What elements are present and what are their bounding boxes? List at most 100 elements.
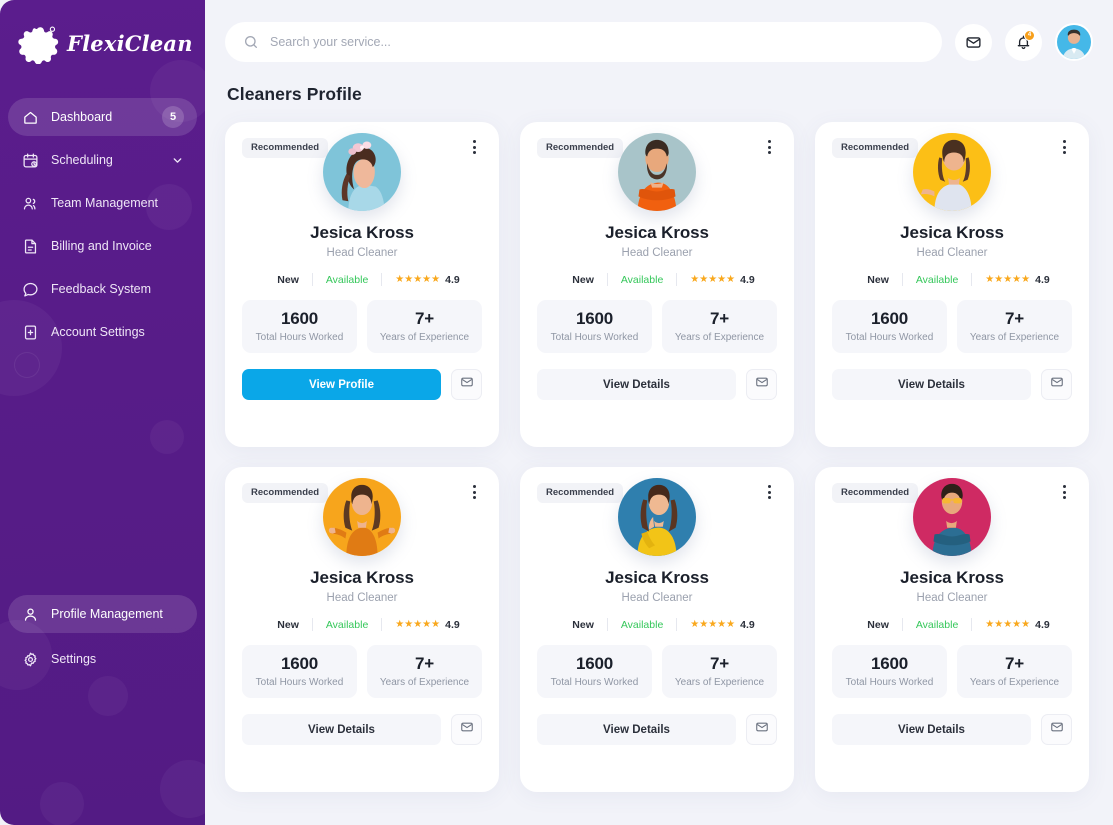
status-new: New [277,273,299,286]
cleaner-role: Head Cleaner [621,592,693,604]
stat-total-hours: 1600 Total Hours Worked [832,645,947,698]
cleaner-card[interactable]: Recommended Jesica Kross Head Cleaner Ne… [815,467,1089,792]
stat-value: 1600 [575,309,614,328]
cleaner-name: Jesica Kross [605,568,709,587]
view-details-button[interactable]: View Details [832,369,1031,400]
stat-label: Years of Experience [969,677,1060,688]
sidebar-item-label: Team Management [51,196,159,210]
card-actions: View Details [537,714,777,745]
stat-label: Years of Experience [379,332,470,343]
message-button[interactable] [746,369,777,400]
status-available: Available [325,618,369,631]
sidebar-item-feedback-system[interactable]: Feedback System [8,270,197,308]
rating: ★★★★★ 4.9 [382,274,459,286]
cleaner-card[interactable]: Recommended Jesica Kross Head Cleaner Ne… [225,122,499,447]
status-new: New [572,273,594,286]
more-vertical-icon[interactable] [763,483,777,501]
page-title: Cleaners Profile [227,84,362,104]
envelope-icon [965,34,982,51]
dashboard-count-badge: 5 [162,106,184,128]
notifications-button[interactable]: 4 [1005,23,1042,61]
sidebar-item-account-settings[interactable]: Account Settings [8,313,197,351]
recommended-badge: Recommended [242,138,329,158]
user-icon [21,605,39,623]
stat-label: Total Hours Worked [550,332,639,343]
sidebar-item-scheduling[interactable]: Scheduling [8,141,197,179]
more-vertical-icon[interactable] [1058,138,1072,156]
envelope-icon [460,375,474,394]
status-new: New [867,273,889,286]
star-rating-icon: ★★★★★ [395,618,441,630]
users-icon [21,194,39,212]
calendar-clock-icon [21,151,39,169]
envelope-icon [755,720,769,739]
status-available: Available [915,618,959,631]
chevron-down-icon[interactable] [170,153,184,167]
star-rating-icon: ★★★★★ [690,618,736,630]
search-bar[interactable] [225,22,942,62]
brand-name: FlexiClean [67,30,193,56]
more-vertical-icon[interactable] [468,138,482,156]
stat-label: Total Hours Worked [255,332,344,343]
card-actions: View Profile [242,369,482,400]
star-rating-icon: ★★★★★ [395,273,441,285]
cleaner-role: Head Cleaner [326,247,398,259]
sidebar-item-label: Profile Management [51,607,163,621]
more-vertical-icon[interactable] [763,138,777,156]
message-button[interactable] [451,714,482,745]
stat-value: 7+ [1005,654,1024,673]
search-input[interactable] [270,35,924,49]
chat-bubble-icon [21,280,39,298]
view-profile-button[interactable]: View Profile [242,369,441,400]
stat-total-hours: 1600 Total Hours Worked [537,300,652,353]
sidebar-item-team-management[interactable]: Team Management [8,184,197,222]
stat-label: Years of Experience [379,677,470,688]
user-avatar[interactable] [1055,23,1093,61]
mail-button[interactable] [955,23,992,61]
stat-value: 1600 [870,309,909,328]
view-details-button[interactable]: View Details [537,369,736,400]
more-vertical-icon[interactable] [468,483,482,501]
message-button[interactable] [451,369,482,400]
message-button[interactable] [746,714,777,745]
cleaner-card[interactable]: Recommended Jesica Kross Head Cleaner Ne… [815,122,1089,447]
cleaner-stats: 1600 Total Hours Worked 7+ Years of Expe… [832,645,1072,698]
sidebar-item-billing-and-invoice[interactable]: Billing and Invoice [8,227,197,265]
rating: ★★★★★ 4.9 [677,619,754,631]
sidebar-item-dashboard[interactable]: Dashboard 5 [8,98,197,136]
sidebar-item-label: Feedback System [51,282,152,296]
sidebar-item-profile-management[interactable]: Profile Management [8,595,197,633]
avatar-image [323,478,401,556]
envelope-icon [1050,375,1064,394]
cleaner-card[interactable]: Recommended Jesica Kross Head Cleaner Ne… [520,122,794,447]
view-details-button[interactable]: View Details [242,714,441,745]
cleaner-card[interactable]: Recommended Jesica Kross Head Cleaner Ne… [225,467,499,792]
notification-count-badge: 4 [1024,29,1035,41]
cleaner-meta: New Available ★★★★★ 4.9 [537,273,777,286]
sidebar-item-label: Dashboard [51,110,113,124]
stat-years-experience: 7+ Years of Experience [662,645,777,698]
cleaner-role: Head Cleaner [326,592,398,604]
recommended-badge: Recommended [537,483,624,503]
brand-logo[interactable]: FlexiClean [0,18,205,64]
stat-label: Years of Experience [674,332,765,343]
cleaners-grid: Recommended Jesica Kross Head Cleaner Ne… [225,122,1093,792]
status-new: New [572,618,594,631]
sidebar-item-settings[interactable]: Settings [8,640,197,678]
status-new: New [867,618,889,631]
view-details-button[interactable]: View Details [832,714,1031,745]
decorative-bubble [14,352,40,378]
cleaner-card[interactable]: Recommended Jesica Kross Head Cleaner Ne… [520,467,794,792]
view-details-button[interactable]: View Details [537,714,736,745]
stat-total-hours: 1600 Total Hours Worked [242,645,357,698]
cleaner-stats: 1600 Total Hours Worked 7+ Years of Expe… [537,645,777,698]
message-button[interactable] [1041,714,1072,745]
more-vertical-icon[interactable] [1058,483,1072,501]
stat-years-experience: 7+ Years of Experience [367,645,482,698]
cleaner-stats: 1600 Total Hours Worked 7+ Years of Expe… [242,645,482,698]
status-available: Available [620,273,664,286]
message-button[interactable] [1041,369,1072,400]
cleaner-meta: New Available ★★★★★ 4.9 [537,618,777,631]
document-lines-icon [21,237,39,255]
cleaner-avatar [913,133,991,211]
